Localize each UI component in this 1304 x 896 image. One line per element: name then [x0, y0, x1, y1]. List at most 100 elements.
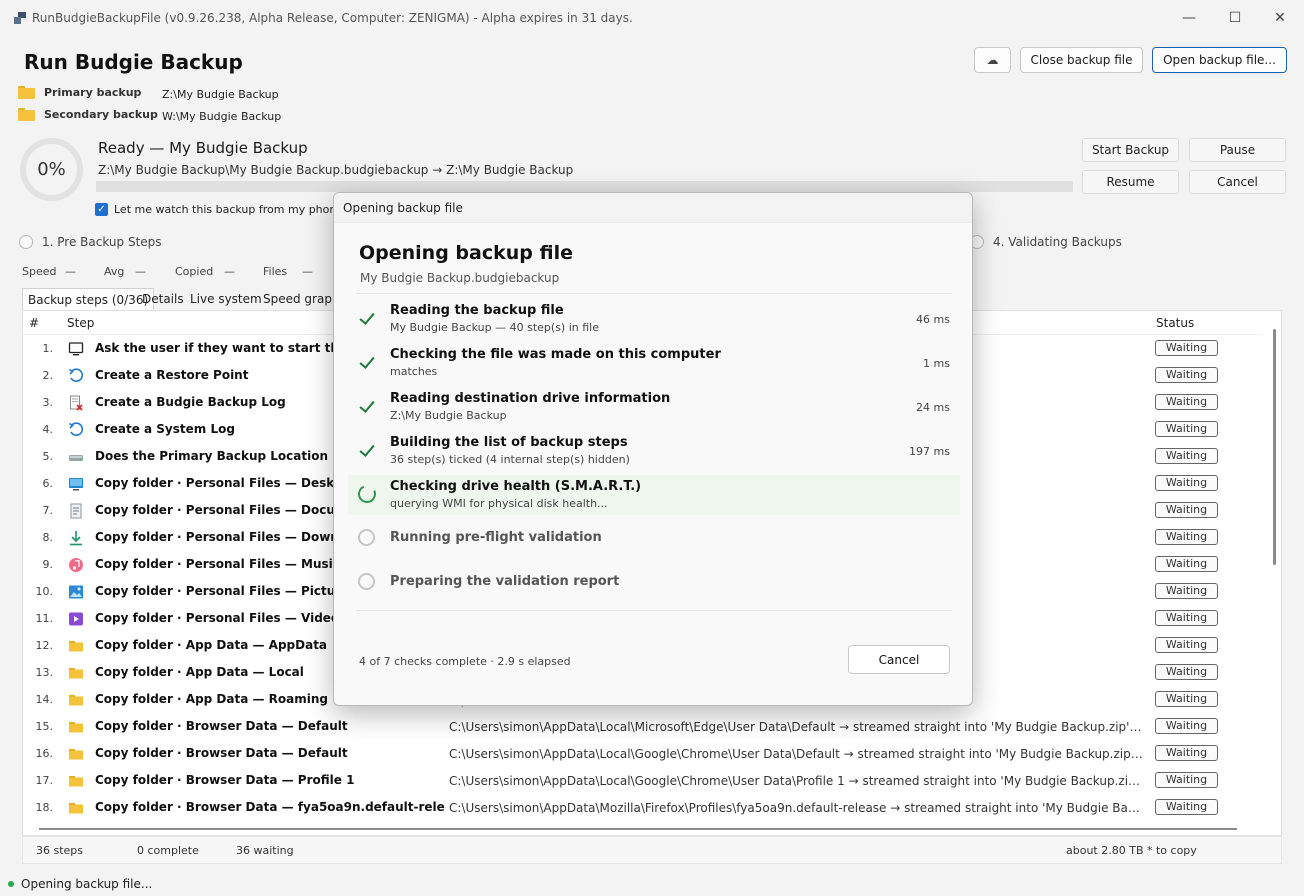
- folder-icon: [68, 719, 84, 735]
- row-number: 15.: [35, 720, 54, 733]
- folder-icon: [68, 800, 84, 816]
- checkmark-icon: [358, 397, 376, 415]
- watch-checkbox[interactable]: ✓: [95, 203, 108, 216]
- row-number: 14.: [35, 693, 54, 706]
- dialog-cancel-button[interactable]: Cancel: [848, 645, 950, 674]
- tab-live-system[interactable]: Live system: [184, 288, 268, 310]
- start-backup-button[interactable]: Start Backup: [1082, 138, 1179, 162]
- cloud-icon: ☁: [986, 53, 999, 67]
- maximize-button[interactable]: ☐: [1212, 0, 1258, 36]
- row-number: 5.: [42, 450, 54, 463]
- summary-size: about 2.80 TB * to copy: [1066, 844, 1197, 857]
- check-title: Running pre-flight validation: [390, 530, 602, 545]
- table-row[interactable]: 15. Copy folder · Browser Data — Default C…: [23, 713, 1263, 740]
- step-detail: C:\Users\simon\AppData\Local\Google\Chro…: [449, 774, 1145, 788]
- status-badge: Waiting: [1155, 394, 1218, 410]
- summary-waiting: 36 waiting: [236, 844, 294, 857]
- status-badge: Waiting: [1155, 637, 1218, 653]
- opening-backup-dialog: Opening backup file Opening backup file …: [333, 192, 973, 706]
- row-number: 4.: [42, 423, 54, 436]
- horizontal-scrollbar[interactable]: [39, 828, 1237, 830]
- dialog-heading: Opening backup file: [359, 242, 573, 264]
- dialog-filename: My Budgie Backup.budgiebackup: [360, 271, 560, 285]
- restore-icon: [68, 368, 84, 384]
- tab-details[interactable]: Details: [136, 288, 190, 310]
- status-badge: Waiting: [1155, 448, 1218, 464]
- row-number: 17.: [35, 774, 54, 787]
- row-number: 10.: [35, 585, 54, 598]
- minimize-button[interactable]: —: [1166, 0, 1212, 36]
- row-number: 11.: [35, 612, 54, 625]
- folder-icon: [68, 638, 84, 654]
- folder-icon: [68, 692, 84, 708]
- app-icon: [14, 12, 26, 24]
- resume-button[interactable]: Resume: [1082, 170, 1179, 194]
- checkmark-icon: [358, 353, 376, 371]
- pictures-icon: [68, 584, 84, 600]
- row-number: 16.: [35, 747, 54, 760]
- check-title: Checking drive health (S.M.A.R.T.): [390, 479, 642, 494]
- folder-icon: [18, 108, 35, 121]
- close-window-button[interactable]: ✕: [1257, 0, 1303, 36]
- summary-steps: 36 steps: [36, 844, 84, 857]
- pending-circle-icon: [358, 573, 375, 590]
- music-icon: [68, 557, 84, 573]
- vertical-scrollbar[interactable]: [1273, 329, 1276, 565]
- spinner-icon: [355, 482, 379, 506]
- check-item: Preparing the validation report: [348, 563, 960, 603]
- status-badge: Waiting: [1155, 556, 1218, 572]
- table-row[interactable]: 16. Copy folder · Browser Data — Default C…: [23, 740, 1263, 767]
- close-backup-button[interactable]: Close backup file: [1020, 47, 1143, 73]
- col-num-header[interactable]: #: [29, 316, 39, 330]
- status-badge: Waiting: [1155, 745, 1218, 761]
- status-badge: Waiting: [1155, 664, 1218, 680]
- step-detail: C:\Users\simon\AppData\Mozilla\Firefox\P…: [449, 801, 1145, 815]
- phase-label: 1. Pre Backup Steps: [42, 235, 162, 249]
- table-row[interactable]: 17. Copy folder · Browser Data — Profile …: [23, 767, 1263, 794]
- primary-backup-path: Z:\My Budgie Backup: [162, 88, 279, 101]
- step-name: Copy folder · Browser Data — Profile 1: [95, 773, 355, 787]
- status-badge: Waiting: [1155, 475, 1218, 491]
- checkmark-icon: [358, 441, 376, 459]
- row-number: 3.: [42, 396, 54, 409]
- copied-label: Copied: [175, 265, 214, 278]
- check-duration: 1 ms: [923, 357, 950, 370]
- status-badge: Waiting: [1155, 421, 1218, 437]
- pending-circle-icon: [358, 529, 375, 546]
- desktop-icon: [68, 476, 84, 492]
- tab-backup-steps[interactable]: Backup steps (0/36): [22, 288, 155, 310]
- pause-button[interactable]: Pause: [1189, 138, 1286, 162]
- status-badge: Waiting: [1155, 772, 1218, 788]
- row-number: 8.: [42, 531, 54, 544]
- status-bar-text: Opening backup file...: [21, 877, 153, 891]
- status-badge: Waiting: [1155, 718, 1218, 734]
- folder-icon: [18, 86, 35, 99]
- check-subtitle: matches: [390, 365, 438, 378]
- copied-value: —: [224, 265, 235, 278]
- summary-complete: 0 complete: [137, 844, 199, 857]
- step-detail: C:\Users\simon\AppData\Local\Microsoft\E…: [449, 720, 1145, 734]
- check-subtitle: 36 step(s) ticked (4 internal step(s) hi…: [390, 453, 630, 466]
- folder-icon: [68, 746, 84, 762]
- row-number: 18.: [35, 801, 54, 814]
- status-badge: Waiting: [1155, 529, 1218, 545]
- speed-label: Speed: [22, 265, 57, 278]
- col-status-header[interactable]: Status: [1156, 316, 1194, 330]
- help-button[interactable]: ☁: [974, 47, 1011, 73]
- open-backup-button[interactable]: Open backup file...: [1152, 47, 1287, 73]
- log-file-icon: [68, 395, 84, 411]
- check-subtitle: Z:\My Budgie Backup: [390, 409, 507, 422]
- step-name: Copy folder · Browser Data — Default: [95, 719, 348, 733]
- step-name: Copy folder · Browser Data — fya5oa9n.de…: [95, 800, 445, 814]
- col-step-header[interactable]: Step: [67, 316, 94, 330]
- row-number: 12.: [35, 639, 54, 652]
- watch-label: Let me watch this backup from my phone (…: [114, 203, 336, 216]
- window-title: RunBudgieBackupFile (v0.9.26.238, Alpha …: [32, 11, 633, 25]
- table-row[interactable]: 18. Copy folder · Browser Data — fya5oa9n…: [23, 794, 1263, 821]
- cancel-backup-button[interactable]: Cancel: [1189, 170, 1286, 194]
- drive-icon: [68, 449, 84, 465]
- check-title: Reading destination drive information: [390, 391, 671, 406]
- row-number: 2.: [42, 369, 54, 382]
- summary-bar: 36 steps 0 complete 36 waiting about 2.8…: [22, 836, 1282, 864]
- files-value: —: [302, 265, 313, 278]
